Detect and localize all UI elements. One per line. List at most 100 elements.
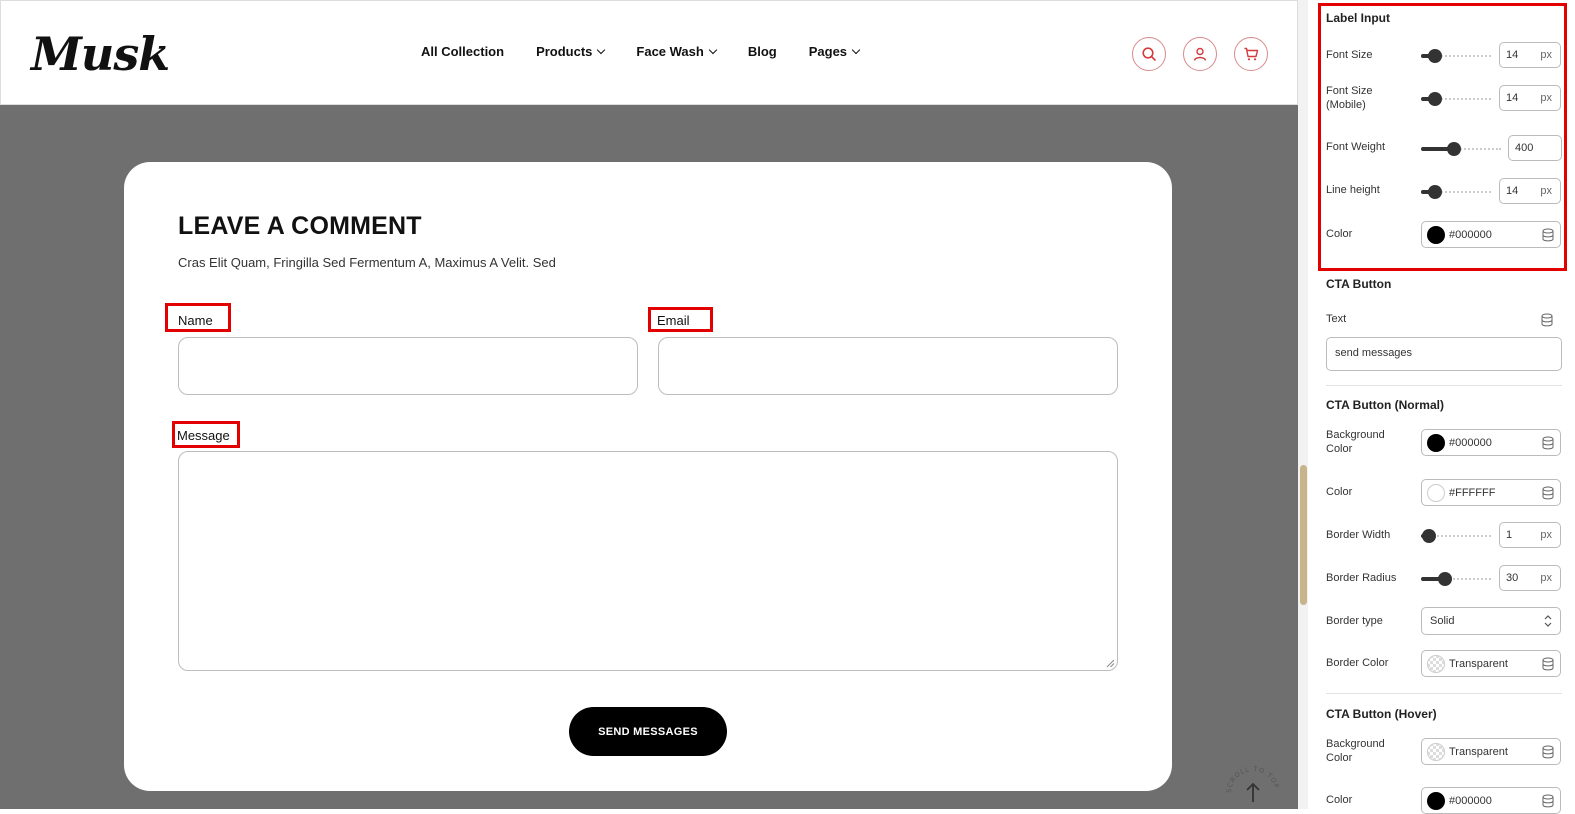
border-type-value: Solid <box>1430 615 1455 627</box>
slider-knob[interactable] <box>1447 142 1461 156</box>
color-value: Transparent <box>1449 746 1508 758</box>
comment-form-card: LEAVE A COMMENT Cras Elit Quam, Fringill… <box>124 162 1172 791</box>
font-weight-label: Font Weight <box>1326 141 1386 153</box>
cta-text-value: send messages <box>1335 347 1413 359</box>
send-messages-button[interactable]: SEND MESSAGES <box>569 707 727 756</box>
color-value: #000000 <box>1449 795 1492 807</box>
chevron-down-icon <box>851 45 861 54</box>
nav-label: Products <box>536 44 593 59</box>
divider <box>1326 693 1562 694</box>
main-nav: All Collection Products Face Wash Blog P… <box>421 44 861 59</box>
border-radius-input[interactable]: 30 px <box>1499 565 1561 591</box>
email-label: Email <box>657 313 690 328</box>
unit-label: px <box>1540 572 1552 584</box>
cta-text-color-picker[interactable]: #FFFFFF <box>1421 479 1561 506</box>
color-label: Color <box>1326 486 1353 498</box>
font-weight-slider[interactable] <box>1421 142 1501 156</box>
page-preview: Musk All Collection Products Face Wash B… <box>0 0 1298 809</box>
cta-button-section-title: CTA Button <box>1326 277 1392 291</box>
unit-label: px <box>1540 529 1552 541</box>
chevron-down-icon <box>597 45 606 54</box>
border-radius-label: Border Radius <box>1326 572 1397 584</box>
cta-border-color-picker[interactable]: Transparent <box>1421 650 1561 677</box>
border-radius-slider[interactable] <box>1421 572 1491 586</box>
slider-knob[interactable] <box>1428 92 1442 106</box>
label-input-section-title: Label Input <box>1326 11 1390 25</box>
cart-icon <box>1244 47 1259 61</box>
border-width-slider[interactable] <box>1421 529 1491 543</box>
border-width-input[interactable]: 1 px <box>1499 522 1561 548</box>
font-size-mobile-slider[interactable] <box>1421 92 1491 106</box>
message-label: Message <box>177 428 230 443</box>
color-label: Color <box>1326 228 1353 240</box>
border-width-label: Border Width <box>1326 529 1391 541</box>
cta-hover-section-title: CTA Button (Hover) <box>1326 707 1437 721</box>
text-label: Text <box>1326 313 1347 325</box>
slider-knob[interactable] <box>1428 49 1442 63</box>
scroll-to-top-icon: SCROLL TO TOP <box>1225 765 1280 802</box>
line-height-label: Line height <box>1326 184 1380 196</box>
site-header: Musk All Collection Products Face Wash B… <box>0 0 1298 105</box>
cta-bg-color-picker[interactable]: #000000 <box>1421 429 1561 456</box>
preview-scrollbar-thumb[interactable] <box>1300 465 1307 605</box>
database-icon[interactable] <box>1542 486 1554 500</box>
font-size-slider[interactable] <box>1421 49 1491 63</box>
slider-knob[interactable] <box>1422 529 1436 543</box>
nav-label: All Collection <box>421 44 505 59</box>
preview-scrollbar[interactable] <box>1298 0 1308 809</box>
database-icon[interactable] <box>1542 228 1554 242</box>
cta-hover-bg-color-picker[interactable]: Transparent <box>1421 738 1561 765</box>
font-weight-value: 400 <box>1515 142 1534 154</box>
label-color-picker[interactable]: #000000 <box>1421 221 1561 248</box>
font-weight-input[interactable]: 400 <box>1508 135 1562 161</box>
font-size-mobile-label: Font Size (Mobile) <box>1326 85 1373 111</box>
color-value: #000000 <box>1449 229 1492 241</box>
cta-hover-text-color-picker[interactable]: #000000 <box>1421 787 1561 814</box>
border-type-select[interactable]: Solid <box>1421 607 1561 635</box>
unit-label: px <box>1540 49 1552 61</box>
line-height-input[interactable]: 14 px <box>1499 178 1561 204</box>
cart-button[interactable] <box>1234 37 1268 71</box>
font-size-mobile-value: 14 <box>1506 92 1519 104</box>
search-icon <box>1142 47 1156 61</box>
cta-normal-section-title: CTA Button (Normal) <box>1326 398 1444 412</box>
nav-face-wash[interactable]: Face Wash <box>636 44 718 59</box>
nav-label: Blog <box>747 44 777 59</box>
slider-knob[interactable] <box>1428 185 1442 199</box>
name-input[interactable] <box>178 337 638 395</box>
border-width-value: 1 <box>1506 529 1513 541</box>
database-icon[interactable] <box>1542 794 1554 808</box>
database-icon[interactable] <box>1542 745 1554 759</box>
nav-pages[interactable]: Pages <box>809 44 861 59</box>
email-input[interactable] <box>658 337 1118 395</box>
scroll-to-top-button[interactable]: SCROLL TO TOP <box>1224 764 1282 809</box>
slider-knob[interactable] <box>1438 572 1452 586</box>
database-icon[interactable] <box>1542 657 1554 671</box>
border-color-label: Border Color <box>1326 657 1389 669</box>
color-swatch <box>1427 226 1445 244</box>
line-height-value: 14 <box>1506 185 1519 197</box>
unit-label: px <box>1540 185 1552 197</box>
font-size-input[interactable]: 14 px <box>1499 42 1561 68</box>
database-icon[interactable] <box>1541 313 1553 327</box>
cta-text-input[interactable]: send messages <box>1326 337 1562 371</box>
message-textarea[interactable] <box>178 451 1118 671</box>
color-swatch <box>1427 434 1445 452</box>
search-button[interactable] <box>1132 37 1166 71</box>
nav-all-collection[interactable]: All Collection <box>421 44 504 59</box>
site-logo[interactable]: Musk <box>31 27 170 81</box>
background-color-label: Background Color <box>1326 738 1385 764</box>
select-arrows-icon <box>1544 615 1552 627</box>
color-swatch <box>1427 484 1445 502</box>
color-swatch <box>1427 792 1445 810</box>
background-color-label: Background Color <box>1326 429 1385 455</box>
line-height-slider[interactable] <box>1421 185 1491 199</box>
color-value: #FFFFFF <box>1449 487 1496 499</box>
font-size-mobile-input[interactable]: 14 px <box>1499 85 1561 111</box>
nav-products[interactable]: Products <box>536 44 606 59</box>
database-icon[interactable] <box>1542 436 1554 450</box>
resize-handle-icon[interactable] <box>1105 658 1115 668</box>
nav-blog[interactable]: Blog <box>748 44 777 59</box>
unit-label: px <box>1540 92 1552 104</box>
account-button[interactable] <box>1183 37 1217 71</box>
